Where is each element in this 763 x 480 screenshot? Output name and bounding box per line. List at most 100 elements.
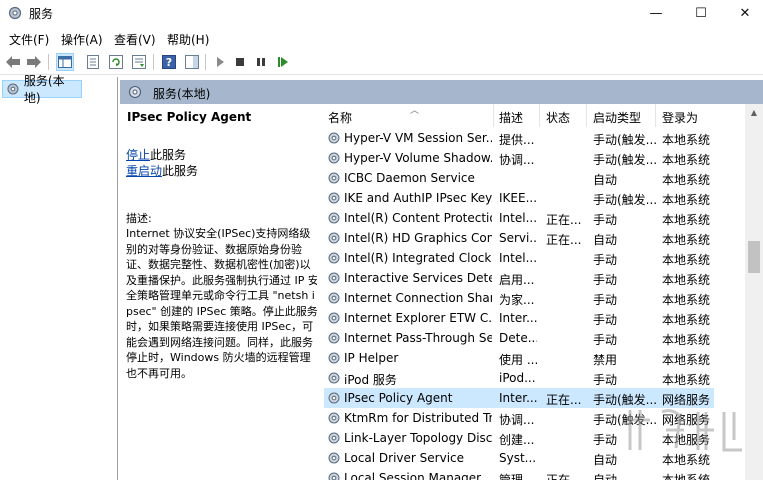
service-gear-icon [328, 452, 340, 464]
cell-description: Intel... [499, 251, 537, 265]
cell-description: 提供... [499, 133, 535, 147]
stop-service-button[interactable] [231, 53, 249, 71]
refresh-button[interactable] [107, 53, 125, 71]
cell-logon-as: 本地系统 [662, 273, 711, 287]
table-row[interactable]: Intel(R) Content Protectio... Intel... 正在.… [317, 208, 745, 228]
table-row[interactable]: Internet Pass-Through Se... Dete... 手动 本地系统 [317, 328, 745, 348]
column-startup-type[interactable]: 启动类型 [587, 104, 656, 127]
cell-status: 正在... [546, 213, 582, 227]
column-description[interactable]: 描述 [493, 104, 540, 127]
service-gear-icon [328, 312, 340, 324]
help-button[interactable]: ? [160, 53, 178, 71]
cell-description: 启用... [499, 273, 535, 287]
properties-button[interactable] [84, 53, 102, 71]
cell-description: Syst... [499, 451, 537, 465]
pause-icon [257, 58, 265, 66]
cell-startup-type: 自动 [593, 173, 618, 187]
cell-description: Intel... [499, 211, 537, 225]
cell-name: Link-Layer Topology Disc... [344, 431, 492, 445]
stop-service-line: 停止此服务 [126, 146, 186, 163]
forward-arrow-icon [27, 56, 41, 68]
table-row[interactable]: ICBC Daemon Service 自动 本地系统 [317, 168, 745, 188]
scrollbar-thumb[interactable] [748, 241, 760, 273]
menu-bar: 文件(F) 操作(A) 查看(V) 帮助(H) [0, 28, 763, 48]
cell-description: Inter... [499, 391, 537, 405]
refresh-icon [109, 55, 123, 69]
play-icon [217, 57, 224, 67]
minimize-icon: — [649, 5, 663, 21]
service-gear-icon [328, 412, 340, 424]
pane-header-label: 服务(本地) [153, 87, 211, 101]
show-hide-pane-button[interactable] [183, 53, 201, 71]
menu-action[interactable]: 操作(A) [61, 31, 103, 48]
service-gear-icon [328, 472, 340, 480]
export-list-button[interactable] [130, 53, 148, 71]
cell-logon-as: 本地系统 [662, 353, 711, 367]
restart-service-link[interactable]: 重启动 [126, 164, 162, 178]
back-arrow-icon [6, 56, 20, 68]
cell-description: 协调... [499, 413, 535, 427]
menu-help[interactable]: 帮助(H) [167, 31, 209, 48]
stop-service-link[interactable]: 停止 [126, 148, 150, 162]
table-row[interactable]: IKE and AuthIP IPsec Key... IKEE... 手动(触发.… [317, 188, 745, 208]
column-name[interactable]: ︿ 名称 [322, 104, 494, 127]
description-panel: IPsec Policy Agent 停止此服务 重启动此服务 描述: Inte… [121, 104, 319, 480]
sort-ascending-icon: ︿ [410, 106, 420, 116]
console-tree-icon [58, 56, 72, 68]
table-row[interactable]: iPod 服务 iPod... 手动 本地系统 [317, 368, 745, 388]
menu-view[interactable]: 查看(V) [114, 31, 156, 48]
description-label: 描述: [126, 212, 152, 225]
column-logon-as[interactable]: 登录为 [656, 104, 745, 127]
cell-logon-as: 本地系统 [662, 153, 711, 167]
table-row[interactable]: Hyper-V Volume Shadow... 协调... 手动(触发... 本地系… [317, 148, 745, 168]
cell-startup-type: 手动 [593, 273, 618, 287]
help-icon: ? [162, 55, 176, 69]
service-gear-icon [328, 392, 340, 404]
cell-description: IKEE... [499, 191, 537, 205]
column-status[interactable]: 状态 [540, 104, 587, 127]
cell-logon-as: 本地系统 [662, 333, 711, 347]
service-gear-icon [328, 252, 340, 264]
minimize-button[interactable]: — [633, 0, 679, 26]
console-tree: 服务(本地) [0, 74, 118, 480]
cell-logon-as: 本地系统 [662, 253, 711, 267]
cell-name: Internet Connection Shari... [344, 291, 492, 305]
cell-name: Intel(R) Integrated Clock ... [344, 251, 492, 265]
cell-startup-type: 手动 [593, 213, 618, 227]
window-title: 服务 [29, 7, 54, 21]
services-gear-icon [7, 5, 23, 21]
table-row[interactable]: Intel(R) Integrated Clock ... Intel... 手动 本… [317, 248, 745, 268]
table-row[interactable]: Intel(R) HD Graphics Con... Servi... 正在...… [317, 228, 745, 248]
maximize-button[interactable]: ☐ [678, 0, 724, 26]
table-row[interactable]: Interactive Services Dete... 启用... 手动 本地系统 [317, 268, 745, 288]
forward-button[interactable] [25, 53, 43, 71]
tree-item-services-local[interactable]: 服务(本地) [2, 74, 82, 105]
pause-service-button[interactable] [252, 53, 270, 71]
stop-icon [236, 58, 244, 66]
cell-description: iPod... [499, 371, 536, 385]
service-gear-icon [328, 292, 340, 304]
console-tree-button[interactable] [56, 53, 74, 71]
close-button[interactable]: ✕ [722, 0, 763, 26]
service-gear-icon [328, 152, 340, 164]
cell-logon-as: 本地系统 [662, 133, 711, 147]
table-row[interactable]: Internet Connection Shari... 为家... 手动 本地系统 [317, 288, 745, 308]
cell-name: Internet Explorer ETW C... [344, 311, 492, 325]
menu-file[interactable]: 文件(F) [9, 31, 49, 48]
back-button[interactable] [4, 53, 22, 71]
start-service-button[interactable] [211, 53, 229, 71]
table-row[interactable]: Hyper-V VM Session Ser... 提供... 手动(触发... 本地… [317, 128, 745, 148]
service-gear-icon [328, 172, 340, 184]
cell-name: Intel(R) Content Protectio... [344, 211, 492, 225]
table-header: ︿ 名称 描述 状态 启动类型 登录为 [317, 104, 745, 127]
cell-logon-as: 本地系统 [662, 313, 711, 327]
cell-description: 为家... [499, 293, 535, 307]
scroll-up-icon[interactable]: ▲ [745, 104, 763, 121]
cell-startup-type: 手动(触发... [593, 153, 657, 167]
toolbar-separator [205, 54, 206, 70]
service-gear-icon [328, 352, 340, 364]
table-row[interactable]: IP Helper 使用 ... 禁用 本地系统 [317, 348, 745, 368]
cell-status: 正在... [546, 473, 582, 480]
restart-service-button[interactable] [274, 53, 292, 71]
table-row[interactable]: Internet Explorer ETW C... Inter... 手动 本地系统 [317, 308, 745, 328]
